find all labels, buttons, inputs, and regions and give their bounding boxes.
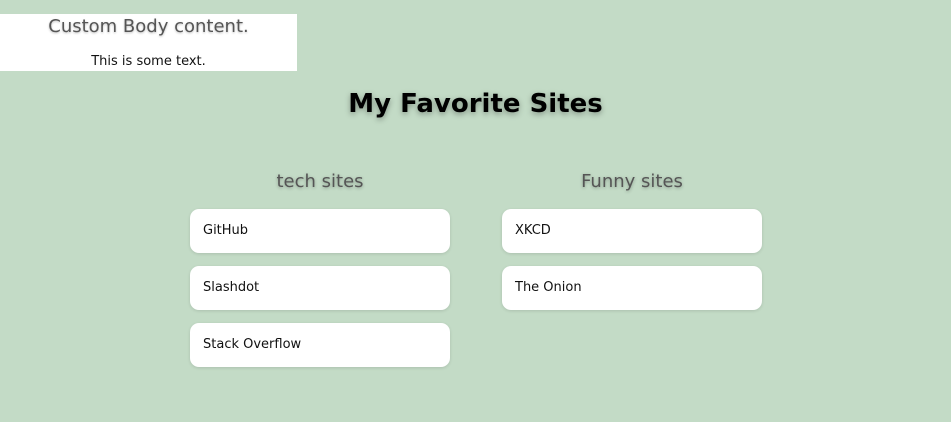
tech-sites-column: tech sites GitHub Slashdot Stack Overflo… bbox=[190, 170, 450, 380]
page-title: My Favorite Sites bbox=[348, 89, 603, 119]
custom-body-box: Custom Body content. This is some text. bbox=[0, 14, 297, 71]
funny-sites-heading: Funny sites bbox=[581, 171, 683, 192]
funny-sites-column: Funny sites XKCD The Onion bbox=[502, 170, 762, 323]
site-link-stack-overflow[interactable]: Stack Overflow bbox=[190, 323, 450, 367]
site-link-github[interactable]: GitHub bbox=[190, 209, 450, 253]
custom-body-text: This is some text. bbox=[91, 54, 206, 69]
site-link-xkcd[interactable]: XKCD bbox=[502, 209, 762, 253]
site-link-slashdot[interactable]: Slashdot bbox=[190, 266, 450, 310]
tech-sites-heading: tech sites bbox=[276, 171, 364, 192]
site-link-the-onion[interactable]: The Onion bbox=[502, 266, 762, 310]
custom-body-title: Custom Body content. bbox=[48, 16, 249, 37]
